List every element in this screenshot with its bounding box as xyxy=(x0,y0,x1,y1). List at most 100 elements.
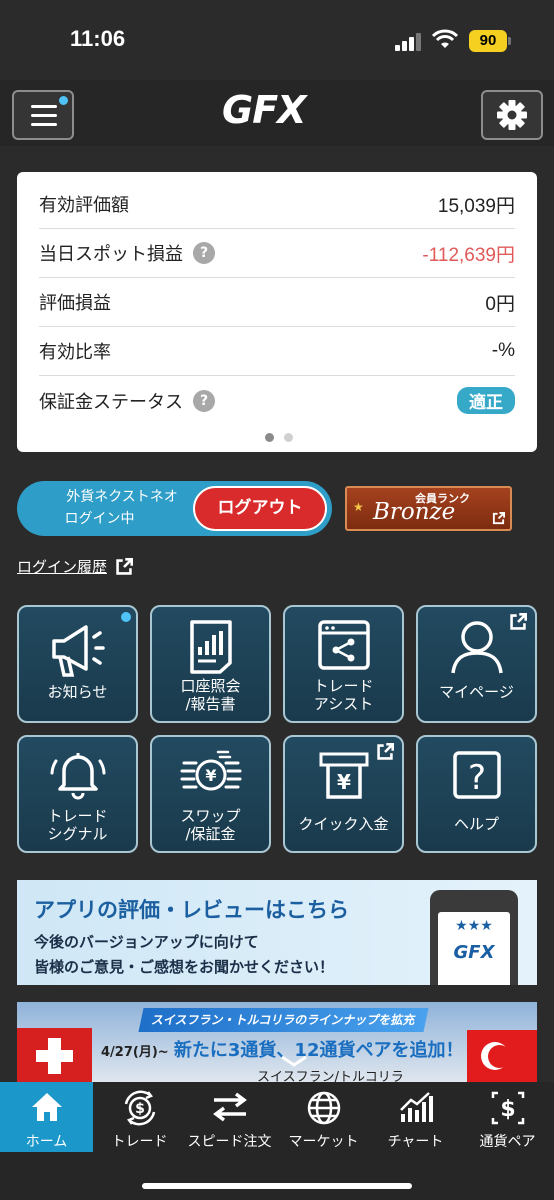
tile-label-line2: アシスト xyxy=(313,695,374,713)
tile-trade-signal[interactable]: トレード シグナル xyxy=(17,735,138,853)
battery-tip xyxy=(508,37,511,45)
nav-label: マーケット xyxy=(288,1134,359,1150)
app-logo: GFX xyxy=(222,88,306,132)
chart-icon xyxy=(399,1092,433,1122)
margin-status-label: 保証金ステータス xyxy=(39,391,183,413)
tile-label-line1: トレード xyxy=(47,807,108,825)
nav-label: 通貨ペア xyxy=(479,1134,536,1150)
svg-text:¥: ¥ xyxy=(337,770,351,794)
tile-trade-assist[interactable]: トレード アシスト xyxy=(283,605,404,723)
gear-icon xyxy=(497,100,527,130)
menu-button[interactable] xyxy=(12,90,74,140)
banner-logo: GFX xyxy=(453,942,495,963)
svg-text:$: $ xyxy=(135,1101,145,1117)
turkey-flag-icon xyxy=(467,1030,537,1082)
page-dot-active[interactable] xyxy=(265,433,274,442)
tile-label: お知らせ xyxy=(47,683,108,701)
yen-coins-icon: ¥ xyxy=(180,750,241,791)
summary-row-equity: 有効評価額 15,039円 xyxy=(39,180,515,229)
summary-row-margin-status: 保証金ステータス? 適正 xyxy=(39,376,515,425)
nav-trade[interactable]: $ トレード xyxy=(93,1082,186,1152)
lineup-banner-sub: スイスフラン/トルコリラ xyxy=(257,1070,404,1082)
review-banner-line1: 今後のバージョンアップに向けて xyxy=(34,933,259,951)
account-summary-card[interactable]: 有効評価額 15,039円 当日スポット損益? -112,639円 評価損益 0… xyxy=(17,172,537,452)
spot-pl-value: -112,639円 xyxy=(422,244,515,266)
tile-account-report[interactable]: 口座照会 /報告書 xyxy=(150,605,271,723)
svg-text:?: ? xyxy=(467,758,485,798)
speed-order-icon xyxy=(212,1092,247,1122)
tile-help[interactable]: ? ヘルプ xyxy=(416,735,537,853)
nav-chart[interactable]: チャート xyxy=(369,1082,462,1152)
logout-button[interactable]: ログアウト xyxy=(193,486,327,531)
question-icon: ? xyxy=(452,751,501,799)
settings-button[interactable] xyxy=(481,90,543,140)
svg-text:$: $ xyxy=(500,1097,515,1122)
login-history-link[interactable]: ログイン履歴 xyxy=(17,556,134,577)
nav-speed-order[interactable]: スピード注文 xyxy=(183,1082,276,1152)
status-badge: 適正 xyxy=(457,387,515,414)
tile-label-line1: 口座照会 xyxy=(180,677,241,695)
login-status-pill: 外貨ネクストネオ ログイン中 ログアウト xyxy=(17,481,332,536)
tile-label-line2: /報告書 xyxy=(185,695,236,713)
tile-mypage[interactable]: マイページ xyxy=(416,605,537,723)
phone-illustration: ★★★ GFX xyxy=(430,890,518,985)
home-icon xyxy=(31,1093,62,1121)
status-time: 11:06 xyxy=(70,26,126,51)
signal-icon xyxy=(395,33,421,51)
home-indicator xyxy=(142,1183,412,1189)
tile-label-line1: トレード xyxy=(313,677,374,695)
notification-dot xyxy=(59,96,68,105)
summary-row-ratio: 有効比率 -% xyxy=(39,327,515,376)
megaphone-icon xyxy=(51,625,105,677)
login-service-name: 外貨ネクストネオ xyxy=(66,489,178,505)
member-rank-button[interactable]: ★ 会員ランク Bronze xyxy=(345,486,512,531)
tile-notices[interactable]: お知らせ xyxy=(17,605,138,723)
tile-label: マイページ xyxy=(439,683,514,701)
tile-label-line2: シグナル xyxy=(47,825,108,843)
svg-text:¥: ¥ xyxy=(205,766,216,785)
review-banner[interactable]: アプリの評価・レビューはこちら 今後のバージョンアップに向けて 皆様のご意見・ご… xyxy=(17,880,537,985)
ratio-label: 有効比率 xyxy=(39,342,111,363)
external-link-icon xyxy=(492,512,505,525)
unrealized-label: 評価損益 xyxy=(39,293,111,314)
lineup-banner-date: 4/27(月)~ xyxy=(101,1045,169,1060)
bell-icon xyxy=(50,753,105,800)
nav-home[interactable]: ホーム xyxy=(0,1082,93,1152)
globe-icon xyxy=(307,1091,340,1125)
equity-value: 15,039円 xyxy=(437,195,515,217)
wifi-icon xyxy=(432,29,458,48)
nav-label: トレード xyxy=(111,1134,168,1150)
review-banner-line2: 皆様のご意見・ご感想をお聞かせください！ xyxy=(34,958,335,976)
tile-quick-deposit[interactable]: ¥ クイック入金 xyxy=(283,735,404,853)
rating-stars-icon: ★★★ xyxy=(455,918,493,934)
nav-label: チャート xyxy=(387,1134,444,1150)
share-window-icon xyxy=(317,620,370,670)
user-icon xyxy=(450,621,503,674)
status-bar: 11:06 90 xyxy=(0,0,554,80)
lineup-banner-main: 新たに3通貨、12通貨ペアを追加！ xyxy=(173,1040,464,1061)
star-icon: ★ xyxy=(353,500,364,514)
review-banner-title: アプリの評価・レビューはこちら xyxy=(34,898,349,922)
atm-yen-icon: ¥ xyxy=(319,752,368,799)
tile-label: ヘルプ xyxy=(453,815,499,833)
rank-value: Bronze xyxy=(373,499,456,525)
tile-label: クイック入金 xyxy=(298,815,389,833)
trade-dollar-icon: $ xyxy=(124,1090,155,1126)
page-dot[interactable] xyxy=(284,433,293,442)
spot-pl-label: 当日スポット損益 xyxy=(39,244,183,265)
help-icon[interactable]: ? xyxy=(193,389,215,412)
summary-row-spot-pl: 当日スポット損益? -112,639円 xyxy=(39,229,515,278)
tile-label-line2: /保証金 xyxy=(185,825,236,843)
help-icon[interactable]: ? xyxy=(193,242,215,264)
currency-pair-icon: $ xyxy=(491,1091,524,1125)
external-link-icon xyxy=(116,557,134,575)
page-indicator[interactable] xyxy=(260,427,298,446)
nav-currency-pair[interactable]: $ 通貨ペア xyxy=(461,1082,554,1152)
tile-label-line1: スワップ xyxy=(180,807,241,825)
nav-market[interactable]: マーケット xyxy=(277,1082,370,1152)
hamburger-icon xyxy=(31,105,57,108)
lineup-banner[interactable]: スイスフラン・トルコリラのラインナップを拡充 4/27(月)~ 新たに3通貨、1… xyxy=(17,1002,537,1082)
battery-indicator: 90 xyxy=(469,30,507,52)
equity-label: 有効評価額 xyxy=(39,195,129,216)
tile-swap-margin[interactable]: ¥ スワップ /保証金 xyxy=(150,735,271,853)
